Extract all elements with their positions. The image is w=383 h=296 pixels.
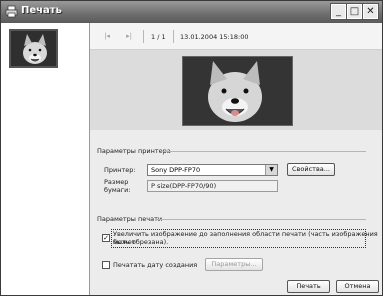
enlarge-image-checkbox[interactable]: ✓ — [102, 234, 110, 242]
paper-size-label-line1: Размер — [104, 178, 129, 186]
window-title: Печать — [21, 5, 62, 16]
printer-select[interactable]: Sony DPP-FP70 ▼ — [147, 164, 278, 176]
thumbnail-panel[interactable] — [1, 23, 90, 295]
image-date: 13.01.2004 15:18:00 — [180, 33, 249, 41]
printer-settings-heading: Параметры принтера — [97, 147, 171, 155]
enlarge-option-text-line2[interactable]: быть обрезана). — [113, 238, 168, 246]
toolbar-separator — [143, 30, 144, 43]
date-parameters-button[interactable]: Параметры... — [205, 258, 263, 271]
toolbar-separator — [173, 30, 174, 43]
dog-thumbnail-icon — [11, 31, 56, 66]
minimize-button[interactable]: _ — [331, 4, 346, 19]
paper-size-field: P size(DPP-FP70/90) — [147, 180, 278, 192]
properties-button[interactable]: Свойства... — [287, 163, 335, 176]
print-settings-heading: Параметры печати — [97, 215, 163, 223]
printer-select-value: Sony DPP-FP70 — [151, 166, 201, 174]
image-preview — [182, 56, 293, 126]
print-date-label[interactable]: Печатать дату создания — [113, 261, 197, 269]
print-dialog-window: Печать _ □ ✕ |◂ ▸| 1 / 1 13.01.2004 15:1… — [0, 0, 383, 296]
page-counter: 1 / 1 — [151, 33, 166, 41]
chevron-down-icon[interactable]: ▼ — [265, 165, 277, 175]
printer-label: Принтер: — [104, 166, 136, 174]
maximize-button[interactable]: □ — [347, 4, 362, 19]
dog-preview-icon — [183, 57, 292, 125]
image-thumbnail[interactable] — [9, 29, 58, 68]
first-page-button[interactable]: |◂ — [101, 32, 113, 41]
close-button[interactable]: ✕ — [363, 4, 378, 19]
section-divider — [156, 219, 366, 220]
cancel-button[interactable]: Отмена — [336, 280, 379, 293]
printer-icon — [5, 5, 18, 18]
print-date-checkbox[interactable] — [102, 261, 110, 269]
last-page-button[interactable]: ▸| — [123, 32, 135, 41]
navigation-toolbar: |◂ ▸| 1 / 1 13.01.2004 15:18:00 — [90, 23, 382, 50]
print-button[interactable]: Печать — [287, 280, 330, 293]
preview-area — [90, 50, 382, 130]
section-divider — [161, 151, 366, 152]
paper-size-label-line2: бумаги: — [104, 186, 131, 194]
title-bar[interactable]: Печать _ □ ✕ — [1, 1, 382, 23]
